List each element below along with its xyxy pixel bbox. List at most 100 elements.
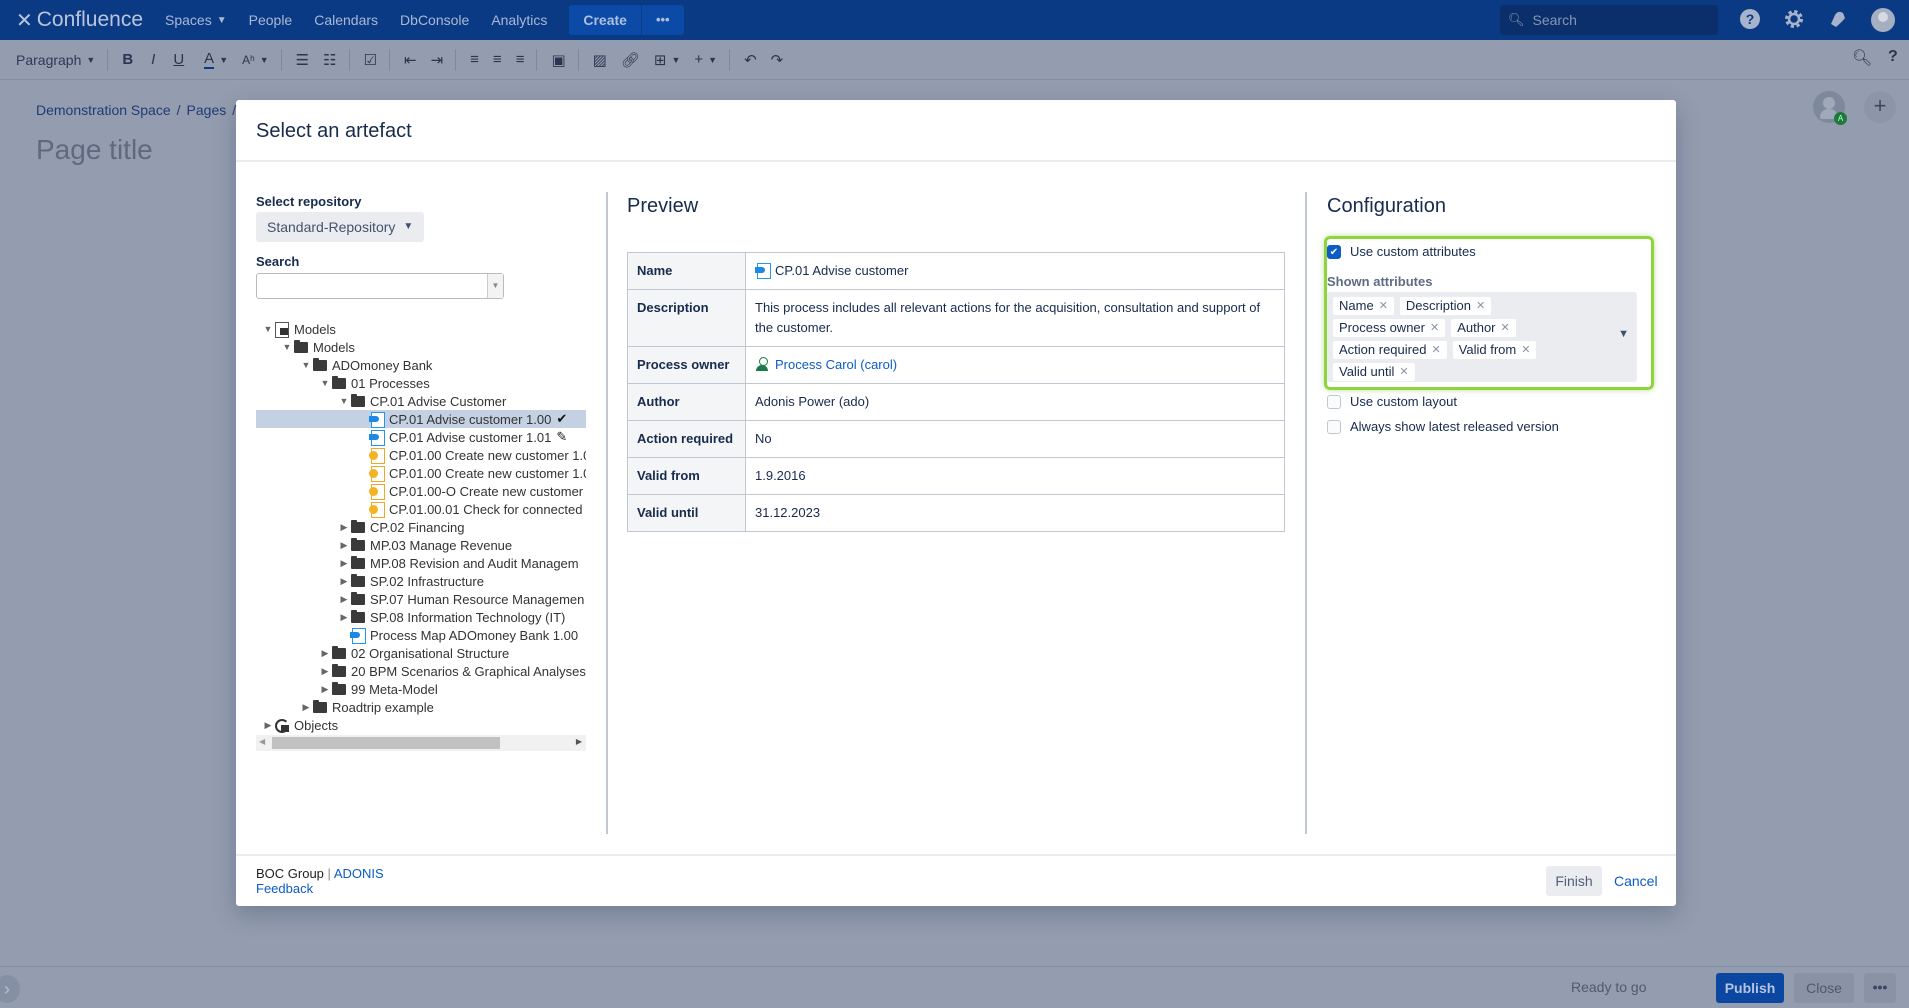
gear-icon[interactable]: [1782, 8, 1806, 32]
search-dropdown-arrow-icon[interactable]: ▼: [487, 274, 503, 298]
use-custom-attributes-checkbox[interactable]: ✔ Use custom attributes: [1327, 244, 1476, 259]
nav-analytics[interactable]: Analytics: [491, 12, 547, 28]
tree-item[interactable]: ▼ Models: [256, 338, 586, 356]
feedback-link[interactable]: Feedback: [256, 881, 313, 896]
shown-attributes-multiselect[interactable]: Name ✕ Description ✕ Process owner ✕ Author ✕ Ac…: [1327, 292, 1637, 382]
insert-icon[interactable]: + ▼: [694, 51, 717, 68]
nav-calendars[interactable]: Calendars: [314, 12, 378, 28]
text-style-icon[interactable]: Aʰ ▼: [242, 53, 269, 67]
table-icon[interactable]: ⊞ ▼: [654, 51, 681, 69]
expand-toggle-icon[interactable]: ▶: [319, 648, 331, 659]
indent-icon[interactable]: ⇥: [431, 51, 444, 69]
breadcrumb-pages[interactable]: Pages: [187, 102, 227, 118]
collapse-toggle-icon[interactable]: ▼: [319, 378, 331, 388]
nav-dbconsole[interactable]: DbConsole: [400, 12, 469, 28]
close-button[interactable]: Close: [1794, 973, 1854, 1003]
expand-toggle-icon[interactable]: ▶: [338, 540, 350, 551]
notification-icon[interactable]: [1826, 8, 1850, 32]
tree-item[interactable]: CP.01 Advise customer 1.01 ✎: [256, 428, 586, 446]
collapse-toggle-icon[interactable]: ▼: [262, 324, 274, 334]
repository-select[interactable]: Standard-Repository ▼: [256, 212, 425, 242]
checkbox-icon[interactable]: [1327, 419, 1341, 434]
nav-spaces[interactable]: Spaces ▼: [165, 12, 227, 28]
expand-toggle-icon[interactable]: ▶: [338, 612, 350, 623]
confluence-logo[interactable]: ✕ Confluence: [16, 8, 143, 33]
expand-toggle-icon[interactable]: ▶: [300, 702, 312, 713]
user-avatar[interactable]: [1871, 8, 1895, 32]
remove-tag-icon[interactable]: ✕: [1476, 298, 1485, 314]
collaborator-avatar[interactable]: A: [1813, 91, 1847, 125]
collapse-toggle-icon[interactable]: ▼: [300, 360, 312, 370]
tree-item[interactable]: ▶ Roadtrip example: [256, 698, 586, 716]
remove-tag-icon[interactable]: ✕: [1379, 298, 1388, 314]
italic-icon[interactable]: I: [151, 51, 155, 68]
numbered-list-icon[interactable]: ☷: [323, 51, 336, 69]
collapse-toggle-icon[interactable]: ▼: [338, 396, 350, 406]
expand-toggle-icon[interactable]: ▶: [319, 666, 331, 677]
tree-item[interactable]: CP.01.00 Create new customer 1.0: [256, 446, 586, 464]
checkbox-checked-icon[interactable]: ✔: [1327, 244, 1341, 259]
checkbox-icon[interactable]: [1327, 394, 1341, 409]
tree-item[interactable]: CP.01.00-O Create new customer: [256, 482, 586, 500]
tree-item[interactable]: ▼ Models: [256, 320, 586, 338]
cancel-button[interactable]: Cancel: [1614, 866, 1658, 896]
link-icon[interactable]: 🔗︎: [621, 51, 640, 69]
expand-toggle-icon[interactable]: ▶: [262, 720, 274, 731]
tree-item[interactable]: ▶ MP.03 Manage Revenue: [256, 536, 586, 554]
text-color-icon[interactable]: A ▼: [204, 50, 228, 69]
breadcrumb-space[interactable]: Demonstration Space: [36, 102, 171, 118]
tree-item[interactable]: ▶ 02 Organisational Structure: [256, 644, 586, 662]
tree-item[interactable]: ▶ MP.08 Revision and Audit Managem: [256, 554, 586, 572]
remove-tag-icon[interactable]: ✕: [1399, 364, 1408, 380]
global-search-input[interactable]: 🔍︎ Search: [1500, 5, 1718, 35]
remove-tag-icon[interactable]: ✕: [1431, 342, 1440, 358]
tree-horizontal-scrollbar[interactable]: ◀ ▶: [256, 735, 586, 751]
align-left-icon[interactable]: ≡: [470, 51, 479, 68]
finish-button[interactable]: Finish: [1546, 866, 1602, 896]
expand-toggle-icon[interactable]: ▶: [338, 576, 350, 587]
outdent-icon[interactable]: ⇤: [404, 51, 417, 69]
bullet-list-icon[interactable]: ☰: [296, 51, 309, 69]
remove-tag-icon[interactable]: ✕: [1430, 320, 1439, 336]
tree-item[interactable]: ▶ SP.02 Infrastructure: [256, 572, 586, 590]
tree-item[interactable]: ▼ 01 Processes: [256, 374, 586, 392]
tree-item[interactable]: ▶ SP.07 Human Resource Managemen: [256, 590, 586, 608]
tree-item[interactable]: ▶ 20 BPM Scenarios & Graphical Analyses: [256, 662, 586, 680]
help-icon[interactable]: ?: [1738, 8, 1762, 32]
tree-item[interactable]: ▼ ADOmoney Bank: [256, 356, 586, 374]
always-latest-version-checkbox[interactable]: Always show latest released version: [1327, 419, 1559, 434]
underline-icon[interactable]: U: [173, 51, 184, 68]
invite-plus-button[interactable]: +: [1864, 91, 1896, 123]
layout-icon[interactable]: ▣: [551, 51, 565, 69]
publish-button[interactable]: Publish: [1716, 973, 1784, 1003]
nav-people[interactable]: People: [249, 12, 293, 28]
use-custom-layout-checkbox[interactable]: Use custom layout: [1327, 394, 1457, 409]
tree-item[interactable]: CP.01.00.01 Check for connected: [256, 500, 586, 518]
bold-icon[interactable]: B: [122, 51, 133, 68]
redo-icon[interactable]: ↷: [771, 51, 784, 69]
scrollbar-thumb[interactable]: [272, 737, 500, 749]
find-replace-icon[interactable]: 🔍︎: [1852, 48, 1872, 68]
tree-item[interactable]: ▶ 99 Meta-Model: [256, 680, 586, 698]
remove-tag-icon[interactable]: ✕: [1521, 342, 1530, 358]
tree-item[interactable]: CP.01 Advise customer 1.00 ✔: [256, 410, 586, 428]
expand-toggle-icon[interactable]: ▶: [319, 684, 331, 695]
more-actions-button[interactable]: •••: [1864, 973, 1896, 1003]
task-checkbox-icon[interactable]: ☑: [364, 51, 377, 69]
tree-search-input[interactable]: ▼: [256, 273, 504, 299]
expand-toggle-icon[interactable]: ▶: [338, 594, 350, 605]
remove-tag-icon[interactable]: ✕: [1501, 320, 1510, 336]
tree-item[interactable]: ▶ SP.08 Information Technology (IT): [256, 608, 586, 626]
undo-icon[interactable]: ↶: [744, 51, 757, 69]
expand-chevron-icon[interactable]: ›: [0, 975, 20, 1003]
scroll-left-arrow-icon[interactable]: ◀: [259, 737, 265, 746]
align-center-icon[interactable]: ≡: [493, 51, 502, 68]
tree-item[interactable]: ▶ CP.02 Financing: [256, 518, 586, 536]
process-owner-link[interactable]: Process Carol (carol): [775, 357, 897, 372]
image-icon[interactable]: ▨: [593, 51, 607, 69]
collapse-toggle-icon[interactable]: ▼: [281, 342, 293, 352]
help-shortcut-icon[interactable]: ?: [1888, 48, 1898, 66]
page-title-input[interactable]: Page title: [36, 134, 153, 166]
tree-item[interactable]: Process Map ADOmoney Bank 1.00: [256, 626, 586, 644]
tree-item[interactable]: CP.01.00 Create new customer 1.0: [256, 464, 586, 482]
